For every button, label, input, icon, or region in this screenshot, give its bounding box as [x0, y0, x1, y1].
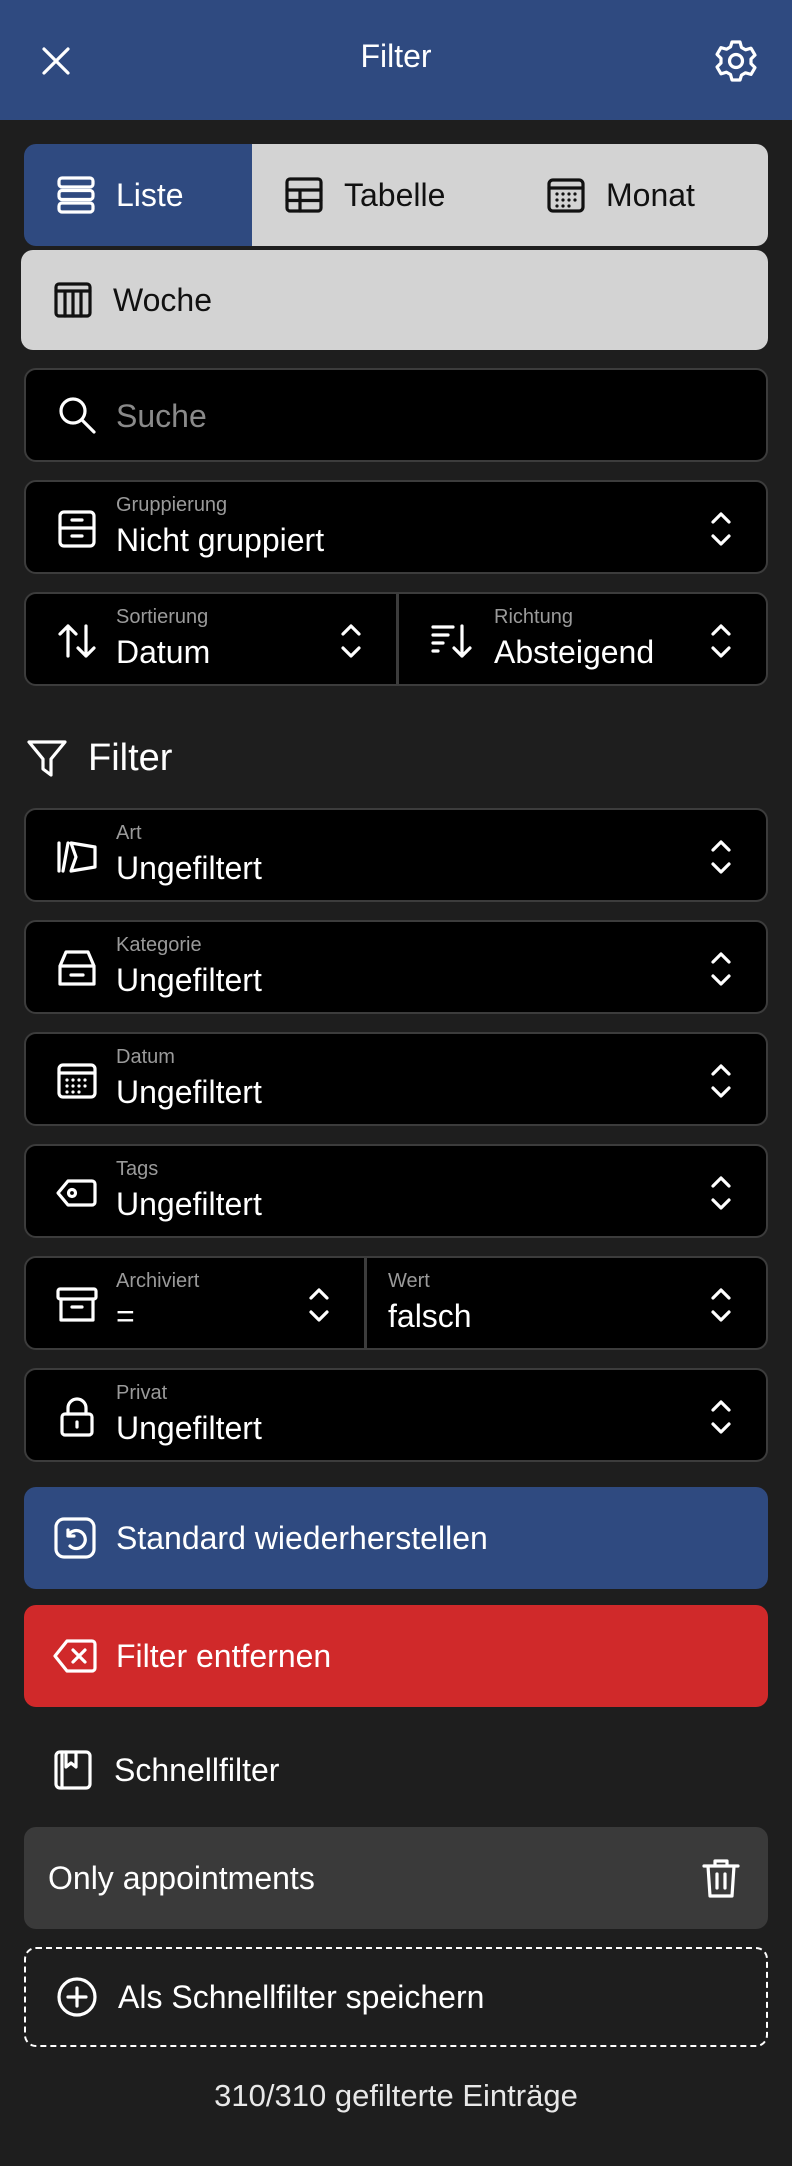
backspace-icon — [52, 1633, 98, 1679]
wert-label: Wert — [388, 1270, 430, 1292]
lock-icon — [54, 1394, 100, 1440]
save-quick-filter-label: Als Schnellfilter speichern — [118, 1978, 485, 2015]
grouping-select[interactable]: Gruppierung Nicht gruppiert — [24, 480, 768, 574]
wert-value: falsch — [388, 1298, 472, 1334]
chevron-up-down-icon — [706, 620, 736, 662]
filtered-count: 310/310 gefilterte Einträge — [214, 2078, 578, 2113]
search-placeholder: Suche — [116, 398, 207, 434]
funnel-icon — [24, 735, 70, 781]
filter-section-title: Filter — [88, 736, 173, 779]
search-icon — [54, 392, 100, 438]
chevron-up-down-icon — [304, 1284, 334, 1326]
bookmark-icon — [50, 1747, 96, 1793]
list-icon — [54, 173, 98, 217]
grouping-value: Nicht gruppiert — [116, 522, 325, 558]
tag-icon — [54, 1170, 100, 1216]
archive-box-icon — [54, 506, 100, 552]
tab-woche[interactable]: Woche — [21, 250, 768, 350]
trash-icon[interactable] — [700, 1855, 742, 1901]
table-icon — [282, 173, 326, 217]
sort-arrows-icon — [54, 618, 100, 664]
archiviert-row: Archiviert = Wert falsch — [24, 1256, 768, 1350]
grouping-label: Gruppierung — [116, 494, 228, 516]
wert-select[interactable]: Wert falsch — [366, 1258, 766, 1348]
tab-woche-label: Woche — [113, 281, 213, 318]
quick-filter-item-label: Only appointments — [48, 1859, 315, 1896]
chevron-up-down-icon — [706, 1396, 736, 1438]
art-label: Art — [116, 822, 142, 844]
tab-monat-label: Monat — [606, 176, 695, 213]
search-input[interactable]: Suche — [24, 368, 768, 462]
restore-defaults-label: Standard wiederherstellen — [116, 1519, 488, 1556]
direction-select[interactable]: Richtung Absteigend — [398, 594, 766, 684]
plus-circle-icon — [54, 1974, 100, 2020]
gear-icon[interactable] — [710, 35, 762, 87]
tab-monat[interactable]: Monat — [494, 144, 768, 246]
tab-liste[interactable]: Liste — [24, 144, 252, 246]
sort-descending-icon — [428, 618, 474, 664]
remove-filter-label: Filter entfernen — [116, 1637, 332, 1674]
sort-label: Sortierung — [116, 606, 209, 628]
chevron-up-down-icon — [706, 508, 736, 550]
privat-label: Privat — [116, 1382, 168, 1404]
tray-icon — [54, 946, 100, 992]
kategorie-filter-select[interactable]: Kategorie Ungefiltert — [24, 920, 768, 1014]
sort-row: Sortierung Datum Richtung Absteigend — [24, 592, 768, 686]
tags-filter-select[interactable]: Tags Ungefiltert — [24, 1144, 768, 1238]
archive-icon — [54, 1282, 100, 1328]
restore-defaults-button[interactable]: Standard wiederherstellen — [24, 1487, 768, 1589]
chevron-up-down-icon — [706, 1172, 736, 1214]
entry-type-icon — [54, 834, 100, 880]
quick-filter-title: Schnellfilter — [114, 1751, 280, 1788]
chevron-up-down-icon — [706, 948, 736, 990]
chevron-up-down-icon — [706, 1284, 736, 1326]
tab-tabelle[interactable]: Tabelle — [252, 144, 494, 246]
tab-liste-label: Liste — [116, 176, 184, 213]
archiviert-label: Archiviert — [116, 1270, 200, 1292]
datum-value: Ungefiltert — [116, 1074, 262, 1110]
chevron-up-down-icon — [336, 620, 366, 662]
archiviert-value: = — [116, 1298, 135, 1334]
datum-filter-select[interactable]: Datum Ungefiltert — [24, 1032, 768, 1126]
sort-select[interactable]: Sortierung Datum — [26, 594, 396, 684]
datum-label: Datum — [116, 1046, 175, 1068]
direction-value: Absteigend — [494, 634, 655, 670]
quick-filter-item[interactable]: Only appointments — [24, 1827, 768, 1929]
calendar-week-icon — [51, 278, 95, 322]
calendar-month-icon — [544, 173, 588, 217]
kategorie-label: Kategorie — [116, 934, 202, 956]
privat-filter-select[interactable]: Privat Ungefiltert — [24, 1368, 768, 1462]
undo-icon — [52, 1515, 98, 1561]
sort-value: Datum — [116, 634, 211, 670]
archiviert-operator-select[interactable]: Archiviert = — [26, 1258, 364, 1348]
chevron-up-down-icon — [706, 1060, 736, 1102]
art-filter-select[interactable]: Art Ungefiltert — [24, 808, 768, 902]
direction-label: Richtung — [494, 606, 573, 628]
save-quick-filter-button[interactable]: Als Schnellfilter speichern — [24, 1947, 768, 2047]
tags-value: Ungefiltert — [116, 1186, 262, 1222]
remove-filter-button[interactable]: Filter entfernen — [24, 1605, 768, 1707]
calendar-icon — [54, 1058, 100, 1104]
art-value: Ungefiltert — [116, 850, 262, 886]
filter-section-heading: Filter — [24, 733, 172, 783]
privat-value: Ungefiltert — [116, 1410, 262, 1446]
tags-label: Tags — [116, 1158, 159, 1180]
page-title: Filter — [360, 38, 432, 74]
tab-tabelle-label: Tabelle — [344, 176, 446, 213]
quick-filter-heading: Schnellfilter — [50, 1745, 279, 1795]
chevron-up-down-icon — [706, 836, 736, 878]
kategorie-value: Ungefiltert — [116, 962, 262, 998]
